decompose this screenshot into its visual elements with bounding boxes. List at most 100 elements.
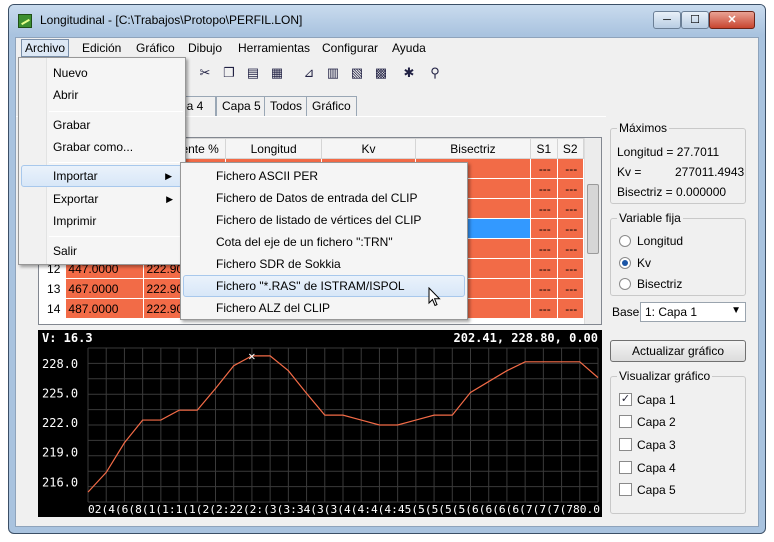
checkbox-capa-5[interactable]	[619, 483, 632, 496]
radio-kv-label[interactable]: Kv	[637, 256, 651, 270]
graph-tool-icon[interactable]: ⊿	[300, 64, 318, 82]
title-bar[interactable]: Longitudinal - [C:\Trabajos\Protopo\PERF…	[9, 5, 765, 35]
copy-icon[interactable]: ❐	[220, 64, 238, 82]
table-cell[interactable]: ---	[530, 238, 558, 259]
menu-ayuda[interactable]: Ayuda	[392, 41, 426, 55]
submenu-item-sdr-sokkia[interactable]: Fichero SDR de Sokkia	[183, 253, 465, 275]
menu-item-grabar[interactable]: Grabar	[21, 114, 183, 136]
app-icon	[18, 14, 32, 28]
menu-item-importar-label: Importar	[53, 169, 98, 183]
menu-herramientas[interactable]: Herramientas	[238, 41, 310, 55]
submenu-item-clip-vertices[interactable]: Fichero de listado de vértices del CLIP	[183, 209, 465, 231]
radio-longitud-label[interactable]: Longitud	[637, 234, 683, 248]
table-cell[interactable]: ---	[556, 258, 585, 279]
submenu-item-alz-clip[interactable]: Fichero ALZ del CLIP	[183, 297, 465, 319]
submenu-item-ras-istram[interactable]: Fichero "*.RAS" de ISTRAM/ISPOL	[183, 275, 465, 297]
checkbox-capa-4[interactable]	[619, 461, 632, 474]
menu-archivo[interactable]: Archivo	[21, 39, 70, 57]
tab-todos[interactable]: Todos	[264, 96, 309, 116]
profile-chart[interactable]: 228.0 225.0 222.0 219.0 216.0 ✕ V: 16.3 202.…	[38, 330, 602, 517]
table-cell[interactable]: ---	[556, 158, 585, 179]
menu-item-abrir[interactable]: Abrir	[21, 84, 183, 106]
table-cell[interactable]: ---	[556, 238, 585, 259]
checkbox-capa-3-label[interactable]: Capa 3	[637, 438, 676, 452]
tab-grafico[interactable]: Gráfico	[306, 96, 357, 116]
mouse-pointer-icon	[428, 287, 441, 307]
table-tool-icon[interactable]: ▥	[324, 64, 342, 82]
menu-item-grabar-como[interactable]: Grabar como...	[21, 136, 183, 158]
table-cell[interactable]: ---	[530, 198, 558, 219]
base-select-value: 1: Capa 1	[645, 305, 698, 319]
minimize-button[interactable]: ─	[653, 11, 681, 29]
column-header[interactable]: S2	[556, 138, 585, 159]
grid-tool-icon[interactable]: ▩	[372, 64, 390, 82]
radio-bisectriz-label[interactable]: Bisectriz	[637, 277, 682, 291]
menu-separator	[49, 236, 183, 237]
paste-end-icon[interactable]: ▦	[268, 64, 286, 82]
column-header[interactable]: Bisectriz	[414, 138, 532, 159]
table-cell[interactable]: 467.0000	[65, 278, 145, 299]
importar-submenu: Fichero ASCII PER Fichero de Datos de en…	[180, 162, 468, 320]
scroll-thumb[interactable]	[587, 184, 599, 254]
column-header[interactable]: S1	[530, 138, 558, 159]
menu-item-imprimir[interactable]: Imprimir	[21, 210, 183, 232]
table-cell[interactable]: ---	[530, 178, 558, 199]
submenu-item-clip-entrada[interactable]: Fichero de Datos de entrada del CLIP	[183, 187, 465, 209]
table-cell[interactable]: ---	[530, 258, 558, 279]
table-cell[interactable]: 487.0000	[65, 298, 145, 319]
vertical-scrollbar[interactable]	[584, 138, 601, 324]
table-cell[interactable]: ---	[556, 298, 585, 319]
table-cell[interactable]: ---	[530, 218, 558, 239]
checkbox-capa-2[interactable]	[619, 415, 632, 428]
menu-separator	[49, 162, 183, 163]
radio-kv[interactable]	[619, 257, 631, 269]
checkbox-capa-5-label[interactable]: Capa 5	[637, 483, 676, 497]
paste-icon[interactable]: ▤	[244, 64, 262, 82]
row-number-cell[interactable]: 13	[39, 278, 67, 299]
menu-item-exportar[interactable]: Exportar ▶	[21, 188, 183, 210]
cota-icon[interactable]: ⚲	[426, 64, 444, 82]
chevron-down-icon[interactable]: ▼	[731, 305, 741, 316]
maximize-button[interactable]: ☐	[681, 11, 709, 29]
table-cell[interactable]: ---	[556, 178, 585, 199]
edit-table-icon[interactable]: ▧	[348, 64, 366, 82]
tab-capa-5[interactable]: Capa 5	[216, 96, 267, 116]
menu-edicion[interactable]: Edición	[82, 41, 121, 55]
close-button[interactable]: ✕	[709, 11, 755, 29]
cut-icon[interactable]: ✂	[196, 64, 214, 82]
checkbox-capa-1-label[interactable]: Capa 1	[637, 393, 676, 407]
table-cell[interactable]: ---	[556, 198, 585, 219]
menu-item-importar[interactable]: Importar ▶	[21, 165, 183, 187]
column-header[interactable]: Longitud	[225, 138, 323, 159]
column-header[interactable]: Kv	[321, 138, 416, 159]
table-cell[interactable]: ---	[530, 298, 558, 319]
table-cell[interactable]: ---	[556, 218, 585, 239]
settings-icon[interactable]: ✱	[400, 64, 418, 82]
menu-item-nuevo[interactable]: Nuevo	[21, 62, 183, 84]
checkbox-capa-3[interactable]	[619, 438, 632, 451]
base-select[interactable]: 1: Capa 1 ▼	[640, 302, 746, 322]
radio-longitud[interactable]	[619, 235, 631, 247]
menu-item-salir[interactable]: Salir	[21, 240, 183, 262]
submenu-arrow-icon: ▶	[165, 171, 172, 181]
table-cell[interactable]: ---	[530, 158, 558, 179]
menu-configurar[interactable]: Configurar	[322, 41, 378, 55]
submenu-item-cota-trn[interactable]: Cota del eje de un fichero ":TRN"	[183, 231, 465, 253]
table-cell[interactable]: ---	[530, 278, 558, 299]
max-kv-value: 277011.4943	[675, 165, 745, 179]
menu-separator	[49, 111, 183, 112]
menu-grafico[interactable]: Gráfico	[136, 41, 175, 55]
checkbox-capa-4-label[interactable]: Capa 4	[637, 461, 676, 475]
menu-dibujo[interactable]: Dibujo	[188, 41, 222, 55]
radio-bisectriz[interactable]	[619, 278, 631, 290]
submenu-item-ascii-per[interactable]: Fichero ASCII PER	[183, 165, 465, 187]
visualizar-grafico-group: Visualizar gráfico ✓ Capa 1 Capa 2 Capa …	[610, 369, 746, 514]
update-chart-button[interactable]: Actualizar gráfico	[610, 340, 746, 362]
base-label: Base	[612, 305, 640, 319]
table-cell[interactable]: ---	[556, 278, 585, 299]
checkbox-capa-1[interactable]: ✓	[619, 393, 632, 406]
menu-bar: Archivo Edición Gráfico Dibujo Herramien…	[16, 38, 758, 58]
x-axis-tick-labels: 02(4(6(8(1(1:1(1(2(2:22(2:(3(3:34(3(3(4(…	[88, 503, 600, 516]
row-number-cell[interactable]: 14	[39, 298, 67, 319]
checkbox-capa-2-label[interactable]: Capa 2	[637, 415, 676, 429]
